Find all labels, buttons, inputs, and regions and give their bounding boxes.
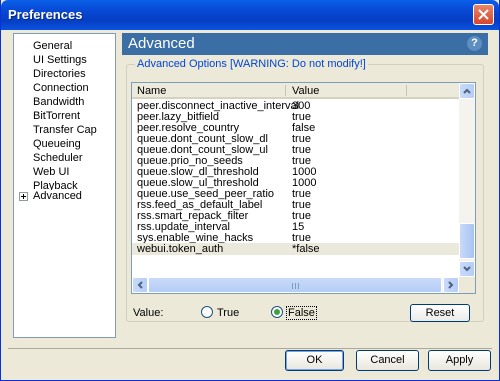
scroll-left-button[interactable]	[132, 277, 148, 293]
reset-button[interactable]: Reset	[410, 304, 470, 322]
radio-true[interactable]	[201, 306, 213, 318]
dialog-body: General UI Settings Directories Connecti…	[4, 30, 496, 378]
sidebar-item-label: Scheduler	[33, 152, 83, 164]
horizontal-scrollbar[interactable]	[132, 277, 475, 293]
apply-button[interactable]: Apply	[428, 350, 491, 371]
value-label: Value:	[133, 307, 164, 319]
value-editor: Value: True False Reset	[131, 304, 476, 322]
preferences-window: Preferences General UI Settings Director…	[0, 0, 500, 381]
close-button[interactable]	[473, 4, 494, 25]
cell-name: webui.token_auth	[137, 243, 224, 255]
panel-title: Advanced	[128, 35, 195, 52]
window-title: Preferences	[8, 7, 83, 22]
sidebar-item-bittorrent[interactable]: BitTorrent	[33, 110, 80, 123]
group-title: Advanced Options [WARNING: Do not modify…	[135, 58, 368, 70]
sidebar-item-label: Web UI	[33, 166, 70, 178]
vertical-scrollbar[interactable]	[459, 83, 475, 277]
ok-button[interactable]: OK	[285, 350, 344, 371]
chevron-up-icon	[463, 88, 471, 94]
advanced-options-list[interactable]: Name Value peer.disconnect_inactive_inte…	[131, 82, 476, 294]
help-icon[interactable]: ?	[467, 36, 482, 51]
advanced-panel: Advanced ? Advanced Options [WARNING: Do…	[122, 33, 488, 338]
chevron-right-icon	[448, 281, 454, 289]
sidebar-item-bandwidth[interactable]: Bandwidth	[33, 96, 84, 109]
table-row-selected[interactable]: webui.token_auth *false	[132, 243, 460, 255]
sidebar-item-label: Directories	[33, 68, 86, 80]
sidebar-item-label: General	[33, 40, 73, 52]
sidebar-item-label: Bandwidth	[33, 96, 85, 108]
scroll-down-button[interactable]	[459, 261, 475, 277]
cell-value: *false	[292, 243, 320, 255]
sidebar-item-connection[interactable]: Connection	[33, 82, 89, 95]
sidebar-item-label: Queueing	[33, 138, 81, 150]
grip-line	[292, 283, 293, 289]
sidebar-item-web-ui[interactable]: Web UI	[33, 166, 69, 179]
grip-line	[298, 283, 299, 289]
sidebar-item-directories[interactable]: Directories	[33, 68, 86, 81]
sidebar-item-label: BitTorrent	[33, 110, 81, 122]
sidebar-item-label: Advanced	[33, 190, 82, 202]
chevron-left-icon	[137, 281, 143, 289]
panel-header: Advanced ?	[122, 33, 488, 55]
cancel-button[interactable]: Cancel	[356, 350, 419, 371]
column-header-name[interactable]: Name	[137, 85, 166, 97]
scrollbar-corner	[459, 277, 475, 293]
chevron-down-icon	[463, 266, 471, 272]
column-divider[interactable]	[285, 85, 286, 96]
vertical-scroll-thumb[interactable]	[459, 223, 475, 259]
grip-line	[295, 283, 296, 289]
sidebar-item-ui-settings[interactable]: UI Settings	[33, 54, 87, 67]
sidebar-item-general[interactable]: General	[33, 40, 72, 53]
sidebar-item-label: UI Settings	[33, 54, 87, 66]
sidebar-item-queueing[interactable]: Queueing	[33, 138, 81, 151]
column-divider[interactable]	[406, 85, 407, 96]
scroll-right-button[interactable]	[443, 277, 459, 293]
table-header: Name Value	[132, 83, 460, 99]
horizontal-scroll-thumb[interactable]	[148, 277, 442, 293]
button-separator	[8, 348, 492, 349]
sidebar-item-transfer-cap[interactable]: Transfer Cap	[33, 124, 97, 137]
category-tree[interactable]: General UI Settings Directories Connecti…	[13, 33, 116, 338]
title-bar[interactable]: Preferences	[1, 0, 499, 30]
scroll-up-button[interactable]	[459, 83, 475, 99]
radio-true-label[interactable]: True	[217, 307, 239, 319]
table-body: peer.disconnect_inactive_interval 300 pee…	[132, 100, 460, 260]
column-header-value[interactable]: Value	[292, 85, 319, 97]
sidebar-item-label: Transfer Cap	[33, 124, 97, 136]
sidebar-item-label: Connection	[33, 82, 89, 94]
radio-false-label[interactable]: False	[286, 306, 317, 320]
radio-false[interactable]	[271, 306, 283, 318]
expand-plus-icon[interactable]	[19, 192, 28, 201]
sidebar-item-advanced[interactable]: Advanced	[33, 190, 82, 203]
sidebar-item-scheduler[interactable]: Scheduler	[33, 152, 83, 165]
close-icon	[478, 9, 489, 20]
